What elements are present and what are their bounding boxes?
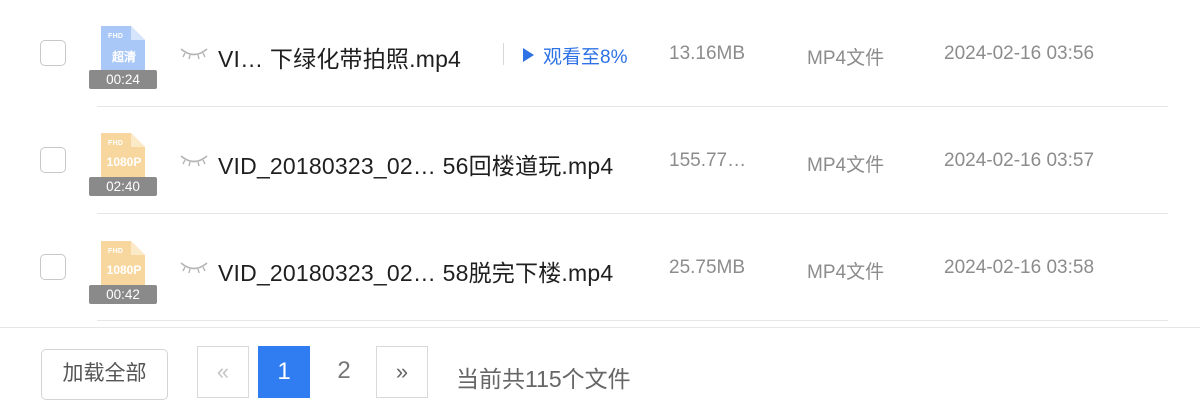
file-size: 155.77… [669,150,747,171]
prev-page-button[interactable]: « [197,346,249,398]
duration-badge: 00:24 [89,70,157,89]
duration-badge: 00:42 [89,285,157,304]
load-all-button[interactable]: 加载全部 [41,349,168,400]
fhd-label: FHD [108,33,124,40]
eye-closed-icon [180,262,208,274]
file-size: 13.16MB [669,43,746,64]
row-checkbox[interactable] [40,254,66,280]
file-type: MP4文件 [807,262,885,283]
duration-badge: 02:40 [89,177,157,196]
file-type: MP4文件 [807,48,885,69]
video-file-icon[interactable]: FHD 1080P 02:40 [89,133,157,196]
video-file-icon[interactable]: FHD 1080P 00:42 [89,241,157,304]
eye-closed-icon [180,48,208,60]
file-date: 2024-02-16 03:58 [944,257,1095,278]
file-date: 2024-02-16 03:57 [944,150,1095,171]
fhd-label: FHD [108,140,124,147]
quality-label: 超清 [111,50,136,64]
next-page-button[interactable]: » [376,346,428,398]
file-row[interactable]: FHD 超清 00:24 VI… 下绿化带拍照.mp4 观看至8% 13.16M… [0,0,1200,107]
page-1-button[interactable]: 1 [258,346,310,398]
file-date: 2024-02-16 03:56 [944,43,1095,64]
quality-label: 1080P [106,155,142,169]
page-2-button[interactable]: 2 [318,346,370,398]
total-files-text: 当前共115个文件 [456,366,631,392]
file-name[interactable]: VI… 下绿化带拍照.mp4 [218,40,461,74]
watch-progress-link[interactable]: 观看至8% [523,42,627,69]
file-type: MP4文件 [807,155,885,176]
row-checkbox[interactable] [40,147,66,173]
file-row[interactable]: FHD 1080P 02:40 VID_20180323_02… 56回楼道玩.… [0,107,1200,214]
separator [503,43,504,65]
fhd-label: FHD [108,248,124,255]
footer-divider [0,327,1200,328]
quality-label: 1080P [106,263,142,277]
eye-closed-icon [180,155,208,167]
video-file-icon[interactable]: FHD 超清 00:24 [89,26,157,89]
file-name[interactable]: VID_20180323_02… 56回楼道玩.mp4 [218,147,613,181]
pagination-footer: 加载全部 « 1 2 » 当前共115个文件 [0,323,1200,404]
file-row[interactable]: FHD 1080P 00:42 VID_20180323_02… 58脱完下楼.… [0,214,1200,321]
file-size: 25.75MB [669,257,746,278]
row-divider [97,320,1168,321]
file-list: FHD 超清 00:24 VI… 下绿化带拍照.mp4 观看至8% 13.16M… [0,0,1200,321]
play-icon [523,48,534,62]
file-name[interactable]: VID_20180323_02… 58脱完下楼.mp4 [218,254,613,288]
row-checkbox[interactable] [40,40,66,66]
watch-progress-text: 观看至8% [543,47,628,68]
